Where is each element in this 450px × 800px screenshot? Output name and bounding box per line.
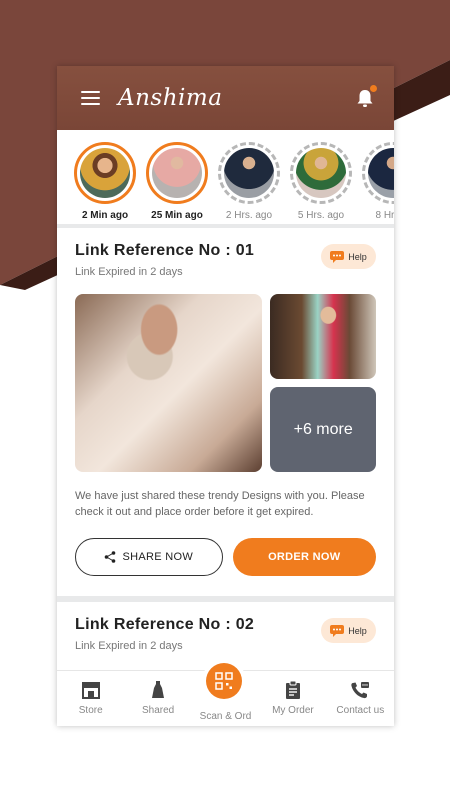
notification-bell-icon[interactable] <box>356 85 377 108</box>
nav-contact-us[interactable]: Contact us <box>327 671 394 726</box>
story-item[interactable]: 5 Hrs. ago <box>289 142 353 224</box>
stories-strip[interactable]: 2 Min ago 25 Min ago 2 Hrs. ago 5 Hrs. a… <box>57 130 394 228</box>
story-item[interactable]: 8 Hrs. a <box>361 142 394 224</box>
clipboard-icon <box>285 681 300 699</box>
app-screen: Anshima 2 Min ago 25 Min ago 2 Hrs. ago … <box>57 66 394 726</box>
link-card-02: Link Reference No : 02 Link Expired in 2… <box>57 602 394 664</box>
nav-store[interactable]: Store <box>57 671 124 726</box>
nav-label: My Order <box>272 705 314 716</box>
nav-label: Contact us <box>336 705 385 716</box>
nav-label: Shared <box>141 705 175 716</box>
phone-chat-icon <box>351 682 370 699</box>
store-icon <box>81 682 100 699</box>
qr-code-icon <box>215 672 233 690</box>
nav-my-order[interactable]: My Order <box>259 671 326 726</box>
chat-icon <box>330 250 345 263</box>
story-time: 8 Hrs. a <box>375 210 394 221</box>
scan-button[interactable] <box>205 663 242 699</box>
link-card-01: Link Reference No : 01 Link Expired in 2… <box>57 228 394 576</box>
story-item[interactable]: 2 Min ago <box>73 142 137 224</box>
story-time: 2 Min ago <box>81 210 129 221</box>
more-count-label: +6 more <box>293 420 353 438</box>
nav-label: Scan & Ord <box>199 711 252 722</box>
design-image[interactable] <box>270 294 376 379</box>
nav-shared[interactable]: Shared <box>124 671 191 726</box>
story-time: 5 Hrs. ago <box>297 210 345 221</box>
order-now-button[interactable]: ORDER NOW <box>232 538 376 576</box>
story-item[interactable]: 25 Min ago <box>145 142 209 224</box>
dress-icon <box>152 681 165 698</box>
design-gallery: +6 more <box>75 294 376 472</box>
link-description: We have just shared these trendy Designs… <box>75 490 365 518</box>
share-now-button[interactable]: SHARE NOW <box>75 538 223 576</box>
app-header: Anshima <box>57 66 394 130</box>
design-image[interactable] <box>75 294 263 472</box>
story-item[interactable]: 2 Hrs. ago <box>217 142 281 224</box>
bottom-navigation: Store Shared Scan & Ord My Order Contact… <box>57 663 394 726</box>
app-logo: Anshima <box>118 85 223 111</box>
notification-dot <box>370 85 377 92</box>
story-time: 25 Min ago <box>151 210 203 221</box>
help-button[interactable]: Help <box>321 618 376 643</box>
help-button[interactable]: Help <box>321 244 376 269</box>
nav-label: Store <box>78 705 103 716</box>
help-label: Help <box>348 251 367 262</box>
nav-scan-order[interactable]: Scan & Ord <box>192 663 259 726</box>
chat-icon <box>330 624 345 637</box>
menu-icon[interactable] <box>81 91 100 105</box>
help-label: Help <box>348 625 367 636</box>
more-designs-tile[interactable]: +6 more <box>270 387 376 472</box>
share-label: SHARE NOW <box>122 551 194 563</box>
share-icon <box>105 551 116 563</box>
story-time: 2 Hrs. ago <box>225 210 273 221</box>
